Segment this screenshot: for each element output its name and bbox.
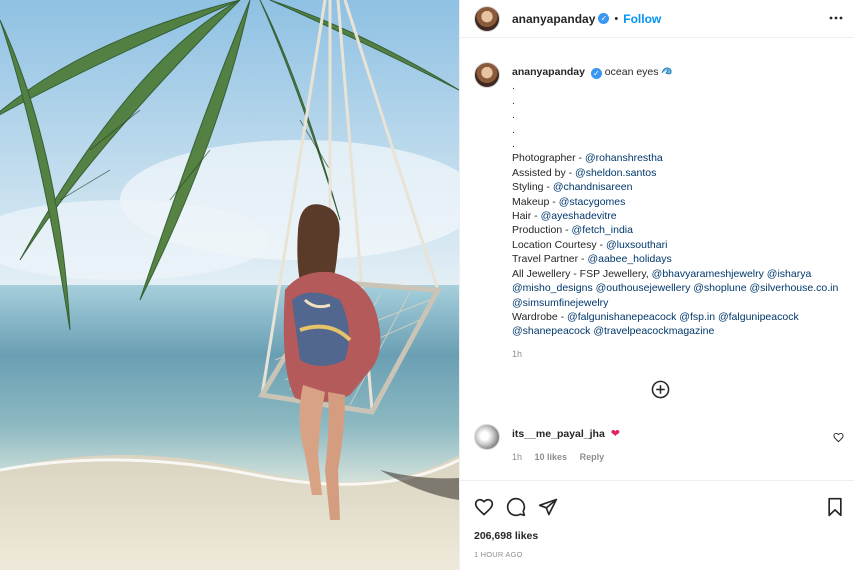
comment-likes[interactable]: 10 likes (535, 452, 568, 462)
mention-link[interactable]: @luxsouthari (606, 239, 667, 251)
more-horizontal-icon[interactable] (829, 11, 843, 25)
post-caption: ananyapanday ✓ ocean eyes ..... Photogra… (474, 62, 844, 359)
caption-avatar[interactable] (474, 62, 500, 88)
mention-link[interactable]: @misho_designs (512, 282, 593, 294)
comment-reply-button[interactable]: Reply (580, 452, 605, 462)
mention-link[interactable]: @shanepeacock (512, 325, 590, 337)
post-timestamp: 1 HOUR AGO (474, 550, 523, 559)
credit-line: Styling - @chandnisareen (512, 180, 842, 194)
header-separator: • (614, 12, 619, 25)
caption-wardrobe: Wardrobe - @falgunishanepeacock @fsp.in … (512, 310, 842, 339)
caption-dots: ..... (512, 79, 842, 151)
plus-circle-icon[interactable] (651, 380, 670, 399)
mention-link[interactable]: @rohanshrestha (585, 152, 663, 164)
caption-text: ananyapanday ✓ ocean eyes ..... Photogra… (512, 62, 842, 339)
mention-link[interactable]: @sheldon.santos (575, 167, 656, 179)
mention-link[interactable]: @fetch_india (572, 224, 633, 236)
post-photo[interactable] (0, 0, 459, 570)
credit-label: All Jewellery - FSP Jewellery, (512, 267, 652, 280)
mention-link[interactable]: @isharya (767, 268, 812, 280)
comment-icon[interactable] (506, 497, 526, 517)
heart-icon[interactable] (474, 497, 494, 517)
bookmark-icon[interactable] (825, 497, 845, 517)
caption-dot-line: . (512, 123, 515, 136)
comment-time: 1h (512, 452, 523, 462)
credit-label: Wardrobe - (512, 310, 568, 323)
mention-link[interactable]: @simsumfinejewelry (512, 297, 608, 309)
credit-line: Travel Partner - @aabee_holidays (512, 252, 842, 266)
credit-line: Location Courtesy - @luxsouthari (512, 238, 842, 252)
mention-link[interactable]: @chandnisareen (553, 181, 633, 193)
credit-label: Makeup - (512, 195, 559, 208)
caption-jewellery: All Jewellery - FSP Jewellery, @bhavyara… (512, 267, 842, 310)
mention-link[interactable]: @falgunipeacock (718, 311, 799, 323)
credit-label: Assisted by - (512, 166, 576, 179)
caption-first-line: ocean eyes (604, 66, 659, 78)
credit-label: Styling - (512, 181, 553, 194)
credit-label: Hair - (512, 210, 541, 223)
follow-button[interactable]: Follow (623, 12, 661, 26)
comment-heart-icon[interactable] (833, 432, 844, 443)
post-side-panel: ananyapanday ✓ • Follow ananyapanday ✓ o… (459, 0, 854, 570)
caption-dot-line: . (512, 94, 515, 107)
credit-line: Production - @fetch_india (512, 223, 842, 237)
instagram-post: ananyapanday ✓ • Follow ananyapanday ✓ o… (0, 0, 854, 570)
mention-link[interactable]: @aabee_holidays (587, 253, 671, 265)
wave-emoji-icon (662, 67, 673, 75)
credit-label: Photographer - (512, 152, 585, 165)
credit-line: Makeup - @stacygomes (512, 195, 842, 209)
credit-label: Location Courtesy - (512, 238, 606, 251)
caption-credits: Photographer - @rohanshrestha Assisted by… (512, 151, 842, 266)
mention-link[interactable]: @falgunishanepeacock (567, 311, 676, 323)
caption-dot-line: . (512, 138, 515, 151)
author-username[interactable]: ananyapanday (512, 12, 595, 26)
likes-count[interactable]: 206,698 likes (474, 530, 538, 542)
paper-plane-icon[interactable] (538, 497, 558, 517)
red-heart-emoji-icon: ❤ (610, 428, 620, 440)
mention-link[interactable]: @shoplune (693, 282, 746, 294)
caption-dot-line: . (512, 80, 515, 93)
caption-dot-line: . (512, 109, 515, 122)
credit-line: Hair - @ayeshadevitre (512, 209, 842, 223)
caption-username[interactable]: ananyapanday (512, 66, 585, 78)
mention-link[interactable]: @ayeshadevitre (541, 210, 617, 222)
mention-link[interactable]: @silverhouse.co.in (749, 282, 838, 294)
commenter-avatar[interactable] (474, 424, 500, 450)
comment-meta: 1h 10 likes Reply (512, 452, 614, 462)
credit-line: Photographer - @rohanshrestha (512, 151, 842, 165)
credit-line: Assisted by - @sheldon.santos (512, 166, 842, 180)
post-header: ananyapanday ✓ • Follow (460, 0, 854, 38)
caption-timestamp: 1h (512, 348, 523, 359)
mention-link[interactable]: @travelpeacockmagazine (593, 325, 714, 337)
credit-label: Production - (512, 224, 572, 237)
mention-link[interactable]: @bhavyarameshjewelry (652, 268, 764, 280)
beach-swing-photo (0, 0, 459, 570)
mention-link[interactable]: @outhousejewellery (596, 282, 691, 294)
post-actions: 206,698 likes 1 HOUR AGO (460, 480, 854, 570)
author-avatar[interactable] (474, 5, 500, 32)
commenter-username[interactable]: its__me_payal_jha (512, 428, 605, 440)
verified-badge-icon: ✓ (598, 13, 610, 24)
mention-link[interactable]: @fsp.in (679, 311, 715, 323)
credit-label: Travel Partner - (512, 253, 588, 266)
verified-badge-icon: ✓ (590, 68, 602, 79)
mention-link[interactable]: @stacygomes (559, 196, 626, 208)
